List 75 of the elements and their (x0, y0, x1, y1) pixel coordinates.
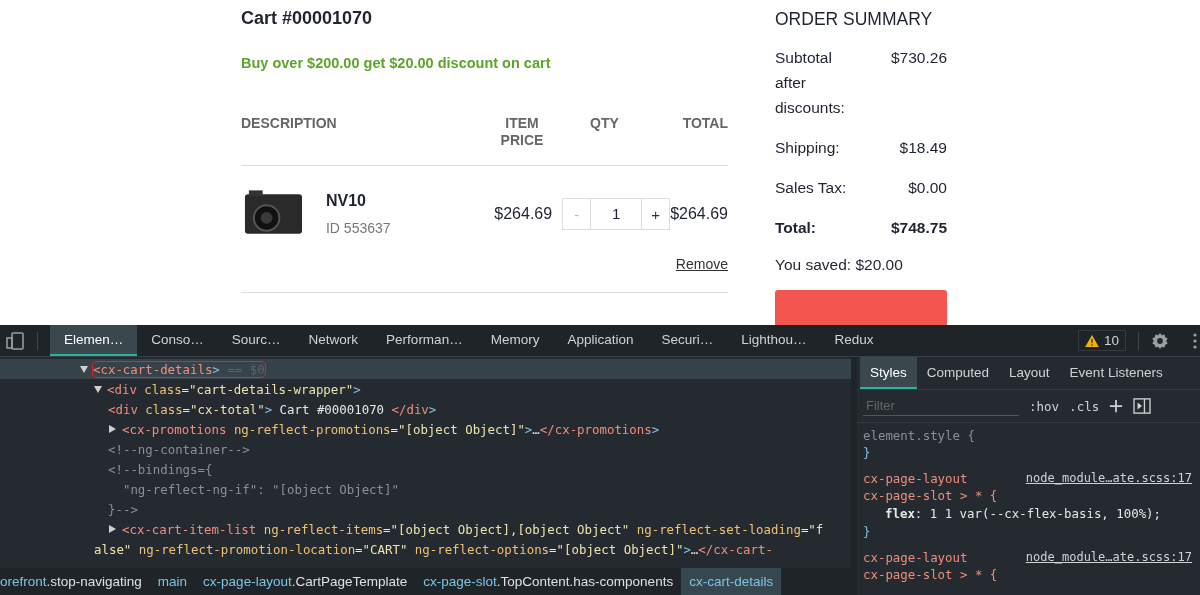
more-options-icon[interactable] (1193, 332, 1197, 349)
code-line[interactable]: <div class="cx-total"> Cart #00001070 </div> (108, 401, 437, 417)
summary-label: Shipping: (775, 138, 841, 158)
item-total: $264.69 (670, 205, 728, 223)
item-price: $264.69 (493, 205, 553, 223)
devtools-tab[interactable]: Lighthou… (727, 325, 821, 356)
expand-toggle-icon[interactable] (109, 425, 116, 433)
add-rule-icon[interactable] (1109, 399, 1124, 413)
code-line[interactable]: <cx-promotions ng-reflect-promotions="[object Object]">…</cx-promotions> (122, 421, 660, 437)
breadcrumb-item[interactable]: main (149, 568, 196, 595)
device-toolbar-icon[interactable] (5, 330, 25, 351)
cart-title: Cart #00001070 (241, 8, 374, 29)
devtools-tab[interactable]: Securi… (647, 325, 728, 356)
code-line[interactable]: <cx-cart-item-list ng-reflect-items="[object Object],[object Object" ng-reflect-set-loading="f (122, 521, 824, 537)
quantity-stepper[interactable]: - 1 + (562, 198, 671, 230)
column-header: TOTAL (681, 115, 728, 133)
summary-value: $18.49 (899, 138, 947, 158)
warning-icon (1084, 334, 1099, 347)
summary-value: $0.00 (908, 178, 947, 198)
devtools-tab[interactable]: Redux (820, 325, 888, 356)
devtools-tab[interactable]: Elemen… (50, 325, 138, 356)
css-selector: element.style { (863, 427, 975, 444)
filter-field[interactable]: Filter (863, 396, 1019, 416)
hover-state-toggle[interactable]: :hov (1029, 398, 1060, 414)
styles-pane-tab[interactable]: Styles (860, 357, 917, 389)
checkout-button[interactable] (775, 290, 947, 325)
summary-value: $748.75 (890, 218, 947, 238)
remove-link[interactable]: Remove (675, 256, 728, 272)
closing-brace: } (863, 444, 872, 461)
css-selector: cx-page-layout (863, 549, 968, 566)
styles-pane-tab[interactable]: Event Listeners (1059, 357, 1173, 389)
code-line[interactable]: "ng-reflect-ng-if": "[object Object]" (108, 481, 399, 497)
css-selector: cx-page-slot > * { (863, 566, 998, 583)
summary-value: $730.26 (890, 48, 947, 68)
sidebar-toggle-icon[interactable] (1133, 398, 1152, 414)
summary-label: Sales Tax: (775, 178, 848, 198)
savings-text: You saved: $20.00 (775, 256, 904, 274)
devtools-tab[interactable]: Application (553, 325, 648, 356)
column-header: QTY (589, 115, 620, 133)
expand-toggle-icon[interactable] (80, 365, 88, 373)
devtools-tab[interactable]: Performan… (372, 325, 477, 356)
breadcrumb-item[interactable]: cx-cart-details (681, 568, 782, 595)
code-line[interactable]: alse" ng-reflect-promotion-location="CART" ng-reflect-options="[object Object]">…</cx-cart- (94, 541, 773, 557)
product-name[interactable]: NV10 (325, 192, 484, 210)
column-header: DESCRIPTION (241, 115, 338, 133)
product-id: ID 553637 (325, 220, 392, 236)
css-declaration[interactable]: flex: 1 1 var(--cx-flex-basis, 100%); (863, 504, 1200, 523)
expand-toggle-icon[interactable] (109, 525, 116, 533)
devtools-tab[interactable]: Network (294, 325, 373, 356)
breadcrumb-item[interactable]: cx-page-slot.TopContent.has-components (415, 568, 682, 595)
code-line[interactable]: }--> (108, 501, 138, 517)
css-selector: cx-page-slot > * { (863, 487, 998, 504)
code-line[interactable]: <!--bindings={ (108, 461, 213, 477)
devtools-tab[interactable]: Conso… (137, 325, 218, 356)
styles-pane-tab[interactable]: Layout (999, 357, 1060, 389)
settings-icon[interactable] (1151, 331, 1169, 350)
summary-label: Subtotal after discounts: (775, 48, 846, 118)
order-summary-title: ORDER SUMMARY (775, 9, 934, 30)
warnings-badge[interactable]: 10 (1077, 330, 1126, 351)
breadcrumb-item[interactable]: cx-page-layout.CartPageTemplate (195, 568, 416, 595)
css-selector: cx-page-layout (863, 470, 968, 487)
class-toggle[interactable]: .cls (1069, 398, 1100, 414)
source-link[interactable]: node_module…ate.scss:17 (1025, 470, 1192, 487)
summary-label: Total: (775, 218, 818, 238)
devtools-tab[interactable]: Memory (476, 325, 554, 356)
styles-pane-tab[interactable]: Computed (916, 357, 1000, 389)
promotion-message: Buy over $200.00 get $20.00 discount on cart (241, 55, 552, 71)
code-line[interactable]: <div class="cart-details-wrapper"> (107, 381, 361, 397)
code-line[interactable]: <!--ng-container--> (108, 441, 250, 457)
expand-toggle-icon[interactable] (94, 385, 102, 393)
source-link[interactable]: node_module…ate.scss:17 (1025, 549, 1192, 566)
column-header: ITEM PRICE (499, 115, 545, 149)
devtools-tab[interactable]: Sourc… (217, 325, 295, 356)
closing-brace: } (863, 523, 872, 540)
breadcrumb-item[interactable]: orefront.stop-navigating (0, 568, 150, 595)
